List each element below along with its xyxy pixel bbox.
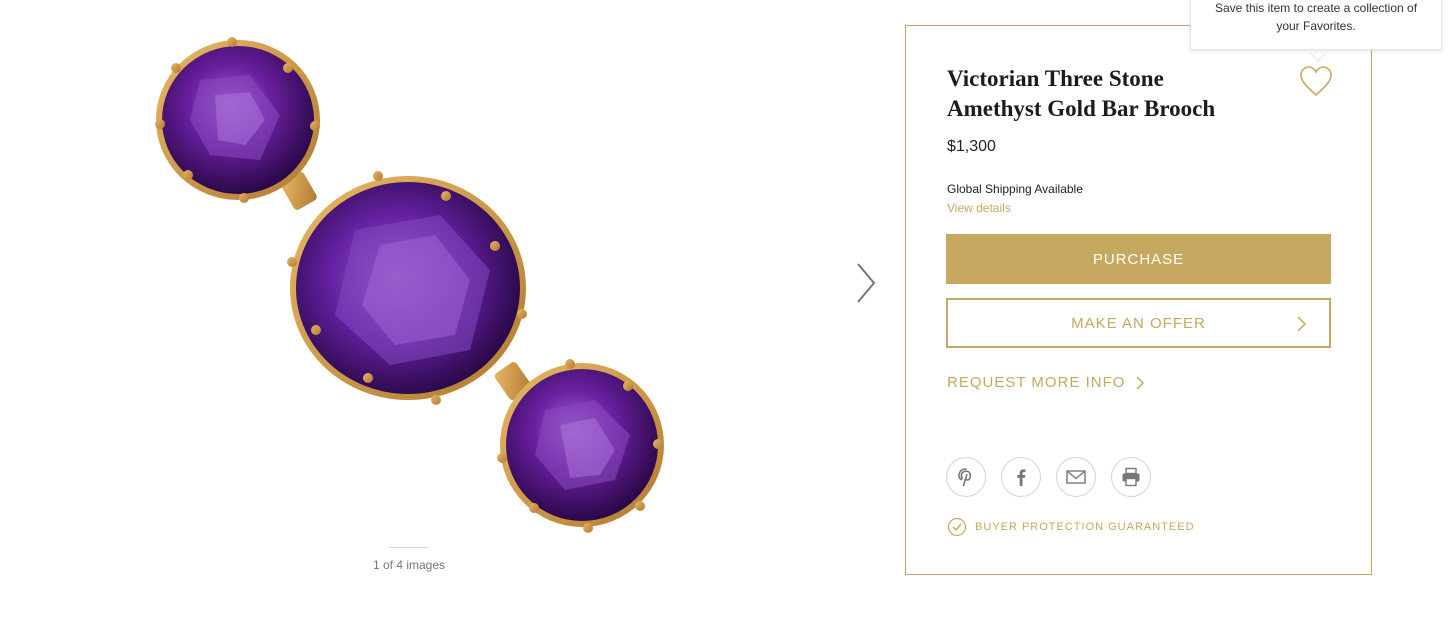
chevron-right-icon	[1136, 375, 1145, 390]
print-icon	[1122, 467, 1140, 487]
product-image[interactable]	[140, 30, 680, 540]
make-offer-button[interactable]: MAKE AN OFFER	[946, 298, 1331, 348]
buyer-protection-label: BUYER PROTECTION GUARANTEED	[975, 521, 1195, 533]
product-price: $1,300	[947, 138, 996, 155]
favorites-tooltip-line1: Save this item to create a collection of	[1214, 1, 1418, 15]
facebook-share-button[interactable]	[1001, 457, 1041, 497]
pinterest-icon	[958, 468, 972, 487]
image-counter: 1 of 4 images	[372, 558, 446, 572]
image-divider	[389, 547, 429, 548]
make-offer-label: MAKE AN OFFER	[1071, 314, 1206, 332]
view-details-link[interactable]: View details	[947, 201, 1011, 215]
image-gallery: 1 of 4 images	[0, 0, 880, 639]
print-button[interactable]	[1111, 457, 1151, 497]
email-icon	[1066, 470, 1086, 484]
facebook-icon	[1017, 469, 1026, 486]
product-title: Victorian Three Stone Amethyst Gold Bar …	[947, 64, 1267, 124]
favorites-tooltip: Save this item to create a collection of…	[1190, 0, 1442, 50]
email-share-button[interactable]	[1056, 457, 1096, 497]
request-more-info-link[interactable]: REQUEST MORE INFO	[947, 374, 1145, 391]
share-buttons	[946, 457, 1151, 497]
pinterest-share-button[interactable]	[946, 457, 986, 497]
favorites-tooltip-line2: your Favorites.	[1276, 19, 1356, 33]
check-circle-icon	[947, 517, 967, 537]
product-title-line2: Amethyst Gold Bar Brooch	[947, 96, 1216, 121]
favorite-heart-icon[interactable]	[1298, 64, 1334, 100]
purchase-button[interactable]: PURCHASE	[946, 234, 1331, 284]
next-image-arrow-icon[interactable]	[850, 260, 880, 306]
product-details-panel: Victorian Three Stone Amethyst Gold Bar …	[905, 25, 1372, 575]
request-more-info-label: REQUEST MORE INFO	[947, 374, 1126, 391]
shipping-info: Global Shipping Available	[947, 182, 1083, 196]
chevron-right-icon	[1297, 316, 1307, 332]
product-title-line1: Victorian Three Stone	[947, 66, 1164, 91]
buyer-protection: BUYER PROTECTION GUARANTEED	[947, 517, 1195, 537]
